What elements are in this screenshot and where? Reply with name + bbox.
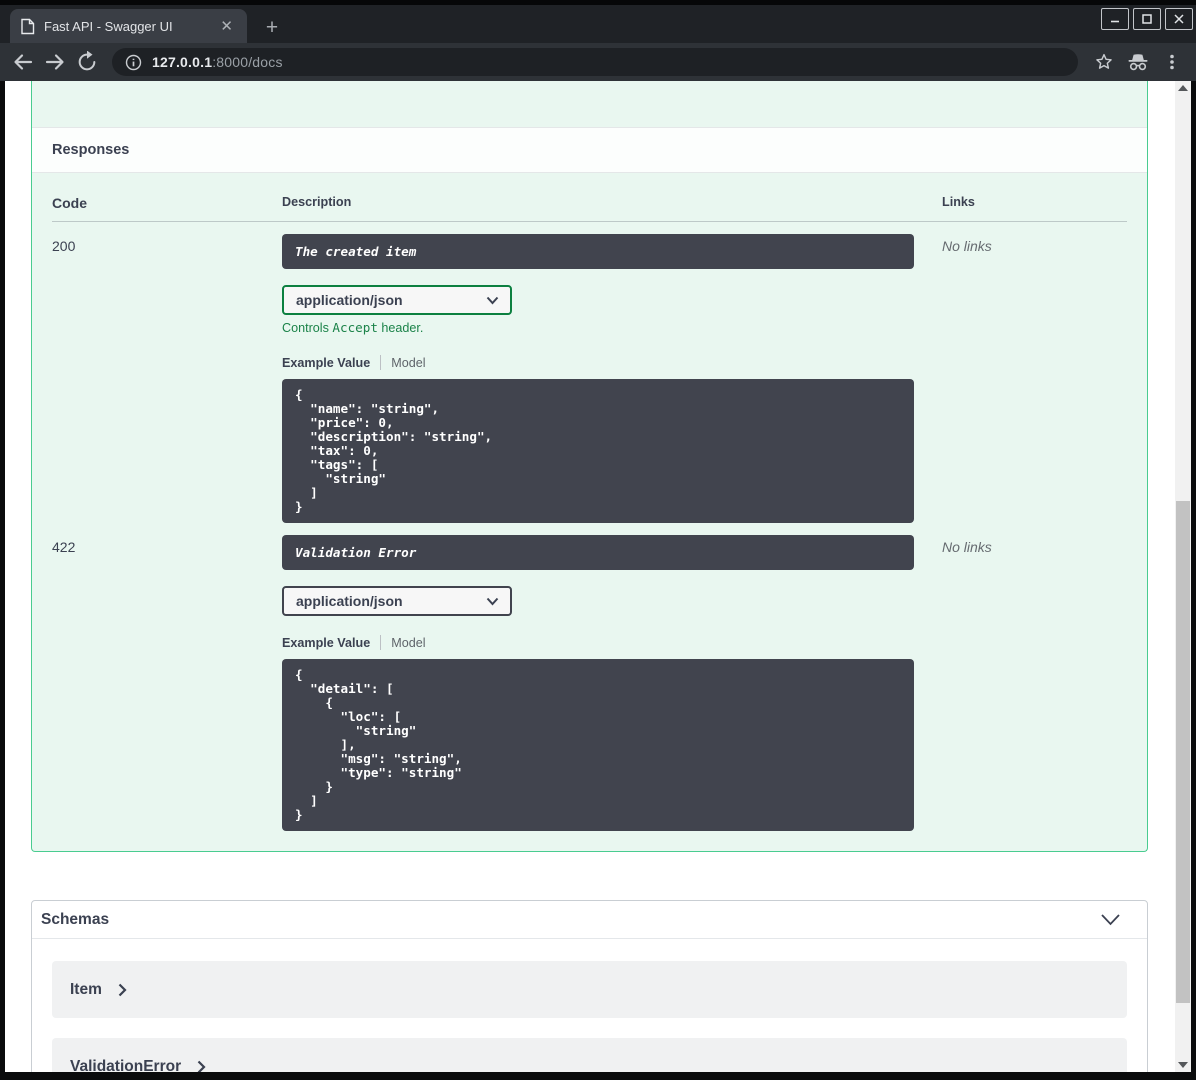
example-json-block: { "detail": [ { "loc": [ "string" ], "ms…	[282, 659, 914, 831]
media-type-value: application/json	[296, 292, 403, 308]
response-description-text: Validation Error	[295, 545, 417, 560]
response-row-200: 200 The created item application/json Co…	[52, 222, 1127, 523]
vertical-scrollbar[interactable]	[1175, 81, 1191, 1072]
chevron-right-icon	[118, 983, 127, 997]
reload-button[interactable]	[72, 47, 102, 77]
example-json-block: { "name": "string", "price": 0, "descrip…	[282, 379, 914, 523]
tab-close-icon[interactable]: ✕	[216, 18, 237, 35]
media-type-select[interactable]: application/json	[282, 285, 512, 315]
chevron-right-icon	[197, 1060, 206, 1072]
schemas-header[interactable]: Schemas	[32, 901, 1147, 939]
window-maximize-button[interactable]	[1133, 8, 1161, 30]
browser-viewport: Responses Code Description Links 200 The…	[5, 81, 1191, 1072]
responses-title: Responses	[52, 142, 130, 158]
address-bar[interactable]: 127.0.0.1:8000/docs	[112, 48, 1078, 76]
tab-example-value[interactable]: Example Value	[282, 356, 370, 370]
media-type-value: application/json	[296, 593, 403, 609]
model-name: Item	[70, 980, 102, 998]
schemas-section: Schemas Item ValidationError	[31, 900, 1148, 1072]
tab-title: Fast API - Swagger UI	[44, 18, 173, 34]
tab-strip: Fast API - Swagger UI ✕ +	[0, 0, 1196, 43]
swagger-page: Responses Code Description Links 200 The…	[5, 81, 1175, 1072]
tab-separator	[380, 635, 382, 650]
model-card-item[interactable]: Item	[52, 961, 1127, 1018]
response-code: 200	[52, 238, 76, 254]
tab-model[interactable]: Model	[391, 636, 425, 650]
response-row-422: 422 Validation Error application/json Ex…	[52, 523, 1127, 831]
scroll-up-arrow-icon[interactable]	[1178, 85, 1188, 91]
model-name: ValidationError	[70, 1057, 182, 1073]
responses-section-header: Responses	[32, 127, 1147, 173]
column-header-code: Code	[52, 195, 87, 211]
column-header-description: Description	[282, 195, 352, 209]
url-text: 127.0.0.1:8000/docs	[152, 54, 283, 70]
response-links: No links	[942, 539, 992, 555]
response-links: No links	[942, 238, 992, 254]
response-description-box: The created item	[282, 234, 914, 269]
bookmark-star-icon[interactable]	[1088, 47, 1120, 77]
back-button[interactable]	[8, 47, 38, 77]
chevron-down-icon	[486, 296, 499, 305]
tab-separator	[380, 355, 382, 370]
response-code: 422	[52, 539, 76, 555]
scroll-down-arrow-icon[interactable]	[1178, 1062, 1188, 1068]
response-description-text: The created item	[295, 244, 417, 259]
browser-toolbar: 127.0.0.1:8000/docs	[0, 43, 1196, 81]
chevron-down-icon[interactable]	[1100, 913, 1121, 926]
post-operation-block: Responses Code Description Links 200 The…	[31, 81, 1148, 852]
tab-example-value[interactable]: Example Value	[282, 636, 370, 650]
site-info-icon[interactable]	[125, 54, 142, 71]
media-type-select[interactable]: application/json	[282, 586, 512, 616]
new-tab-button[interactable]: +	[259, 15, 285, 41]
column-header-links: Links	[942, 195, 975, 209]
chevron-down-icon	[486, 597, 499, 606]
model-card-validationerror[interactable]: ValidationError	[52, 1038, 1127, 1072]
menu-dots-icon[interactable]	[1156, 47, 1188, 77]
browser-tab[interactable]: Fast API - Swagger UI ✕	[10, 9, 247, 43]
response-description-box: Validation Error	[282, 535, 914, 570]
responses-table-header: Code Description Links	[52, 173, 1127, 222]
url-host: 127.0.0.1	[152, 54, 213, 70]
window-close-button[interactable]	[1165, 8, 1193, 30]
url-path: :8000/docs	[212, 54, 283, 70]
scrollbar-thumb[interactable]	[1176, 501, 1190, 1003]
schemas-title: Schemas	[41, 910, 110, 928]
tab-model[interactable]: Model	[391, 356, 425, 370]
page-favicon-icon	[20, 18, 35, 35]
incognito-icon	[1122, 47, 1154, 77]
accept-header-note: Controls Accept header.	[282, 320, 424, 335]
forward-button[interactable]	[40, 47, 70, 77]
window-minimize-button[interactable]	[1101, 8, 1129, 30]
